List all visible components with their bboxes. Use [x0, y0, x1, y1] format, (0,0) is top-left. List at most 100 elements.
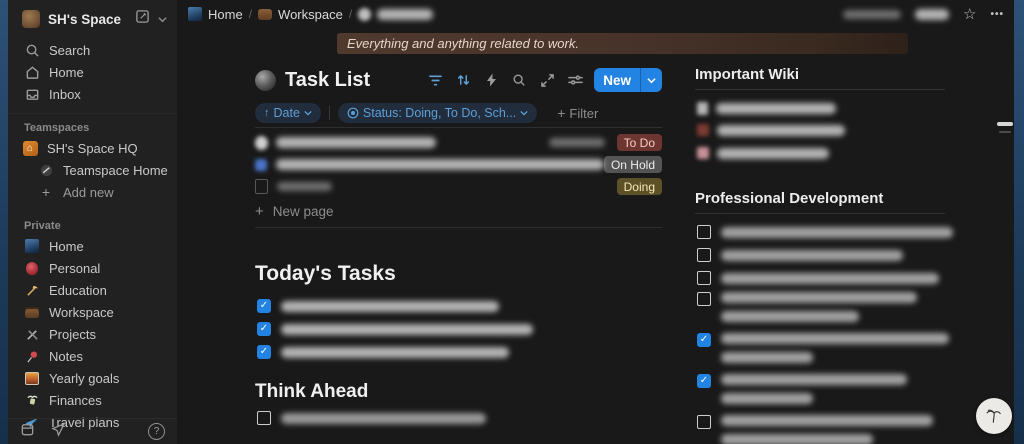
panel-drag-handle[interactable]	[997, 122, 1013, 126]
search-icon[interactable]	[510, 71, 528, 89]
sidebar-item-inbox[interactable]: Inbox	[8, 83, 177, 105]
new-page-button[interactable]: + New page	[255, 201, 334, 221]
sort-asc-icon: ↑	[264, 107, 270, 119]
sidebar-item-education[interactable]: Education	[8, 279, 177, 301]
workspace-name: SH's Space	[48, 11, 121, 27]
add-filter-button[interactable]: + Filter	[557, 105, 598, 121]
status-filter-chip[interactable]: Status: Doing, To Do, Sch...	[337, 103, 538, 123]
redacted-todo-text	[721, 434, 873, 444]
sidebar-item-label: Workspace	[49, 304, 114, 320]
sidebar-item-private-home[interactable]: Home	[8, 235, 177, 257]
new-button[interactable]: New	[594, 68, 662, 92]
sidebar-item-label: Education	[49, 282, 107, 298]
checkbox-checked[interactable]: ✓	[697, 333, 711, 347]
table-row[interactable]: On Hold	[255, 154, 662, 175]
redacted-wiki-link[interactable]	[717, 124, 845, 136]
view-settings-icon[interactable]	[566, 71, 584, 89]
sidebar-item-add-new[interactable]: + Add new	[8, 181, 177, 203]
filter-bar: ↑ Date Status: Doing, To Do, Sch... + Fi…	[255, 103, 598, 123]
expand-icon[interactable]	[538, 71, 556, 89]
workspace-switcher[interactable]: SH's Space	[8, 0, 177, 35]
redacted-task-title[interactable]	[276, 159, 604, 170]
prof-dev-divider	[695, 213, 945, 214]
page-icon	[697, 101, 708, 115]
sort-chip-label: Date	[273, 106, 300, 120]
sidebar-item-finances[interactable]: Finances	[8, 389, 177, 411]
sidebar-item-personal[interactable]: Personal	[8, 257, 177, 279]
new-button-label[interactable]: New	[594, 68, 640, 92]
sidebar-item-shs-space-hq[interactable]: ⌂ SH's Space HQ	[8, 137, 177, 159]
calendar-icon[interactable]	[20, 422, 35, 442]
todo-item[interactable]: ✓	[697, 333, 949, 363]
redacted-task-title[interactable]	[277, 182, 332, 191]
sidebar-item-teamspace-home[interactable]: Teamspace Home	[8, 159, 177, 181]
chevron-down-icon[interactable]	[158, 10, 167, 28]
breadcrumb-current-page[interactable]	[358, 7, 434, 21]
wiki-link-item[interactable]	[697, 122, 845, 138]
page-icon	[697, 124, 709, 136]
wiki-link-item[interactable]	[697, 100, 836, 116]
sidebar-item-label: Inbox	[49, 86, 81, 102]
todo-item[interactable]	[697, 270, 939, 286]
ellipsis-icon[interactable]: •••	[990, 9, 1004, 20]
todo-item[interactable]: ✓	[257, 297, 499, 315]
sidebar-item-home[interactable]: Home	[8, 61, 177, 83]
help-icon[interactable]: ?	[148, 423, 165, 440]
wiki-link-item[interactable]	[697, 145, 829, 161]
chip-divider	[328, 106, 330, 120]
floating-template-button[interactable]	[976, 398, 1012, 434]
todo-item[interactable]: ✓	[257, 320, 533, 338]
checkbox-unchecked[interactable]	[697, 225, 711, 239]
todo-item[interactable]	[697, 247, 903, 263]
table-row[interactable]: To Do	[255, 132, 662, 153]
checkbox-checked[interactable]: ✓	[257, 299, 271, 313]
todo-item[interactable]: ✓	[697, 374, 907, 404]
redacted-todo-text	[281, 323, 533, 335]
compose-icon[interactable]	[135, 9, 150, 29]
checkbox-unchecked[interactable]	[697, 292, 711, 306]
new-page-label: New page	[272, 203, 334, 219]
checkbox-unchecked[interactable]	[697, 415, 711, 429]
sidebar-item-workspace[interactable]: Workspace	[8, 301, 177, 323]
redacted-task-title[interactable]	[276, 137, 436, 148]
sort-chip-date[interactable]: ↑ Date	[255, 103, 321, 123]
desktop-edge-left	[0, 0, 8, 444]
panel-drag-handle-secondary	[999, 131, 1011, 133]
new-button-chevron[interactable]	[641, 68, 662, 92]
checkbox-unchecked[interactable]	[257, 411, 271, 425]
sidebar-item-notes[interactable]: Notes	[8, 345, 177, 367]
checkbox-checked[interactable]: ✓	[257, 322, 271, 336]
sidebar-item-yearly-goals[interactable]: Yearly goals	[8, 367, 177, 389]
checkbox-checked[interactable]: ✓	[257, 345, 271, 359]
todo-item[interactable]	[697, 224, 953, 240]
redacted-todo-text	[721, 272, 939, 284]
send-icon[interactable]	[51, 422, 66, 442]
chevron-down-icon	[520, 110, 528, 116]
checkbox-unchecked[interactable]	[697, 271, 711, 285]
breadcrumb-workspace[interactable]: Workspace	[258, 7, 343, 22]
redacted-wiki-link[interactable]	[716, 102, 836, 114]
filter-icon[interactable]	[426, 71, 444, 89]
todo-item[interactable]	[257, 409, 486, 427]
sidebar-item-search[interactable]: Search	[8, 39, 177, 61]
page-icon	[697, 147, 709, 159]
redacted-share-button[interactable]	[915, 8, 950, 20]
photo-emoji-icon	[188, 7, 202, 21]
todo-item[interactable]: ✓	[257, 343, 509, 361]
checkbox-unchecked[interactable]	[697, 248, 711, 262]
plus-icon: +	[557, 105, 566, 121]
redacted-todo-text	[281, 412, 486, 424]
sidebar-item-projects[interactable]: Projects	[8, 323, 177, 345]
lightning-icon[interactable]	[482, 71, 500, 89]
redacted-wiki-link[interactable]	[717, 147, 829, 159]
think-ahead-heading: Think Ahead	[255, 381, 369, 402]
sort-icon[interactable]	[454, 71, 472, 89]
table-row[interactable]: Doing	[255, 176, 662, 197]
redacted-todo-text	[281, 346, 509, 358]
callout-banner: Everything and anything related to work.	[337, 33, 908, 54]
todo-item[interactable]	[697, 415, 933, 444]
checkbox-checked[interactable]: ✓	[697, 374, 711, 388]
breadcrumb-home[interactable]: Home	[188, 7, 243, 22]
star-icon[interactable]: ☆	[963, 7, 976, 22]
todo-item[interactable]	[697, 292, 917, 322]
